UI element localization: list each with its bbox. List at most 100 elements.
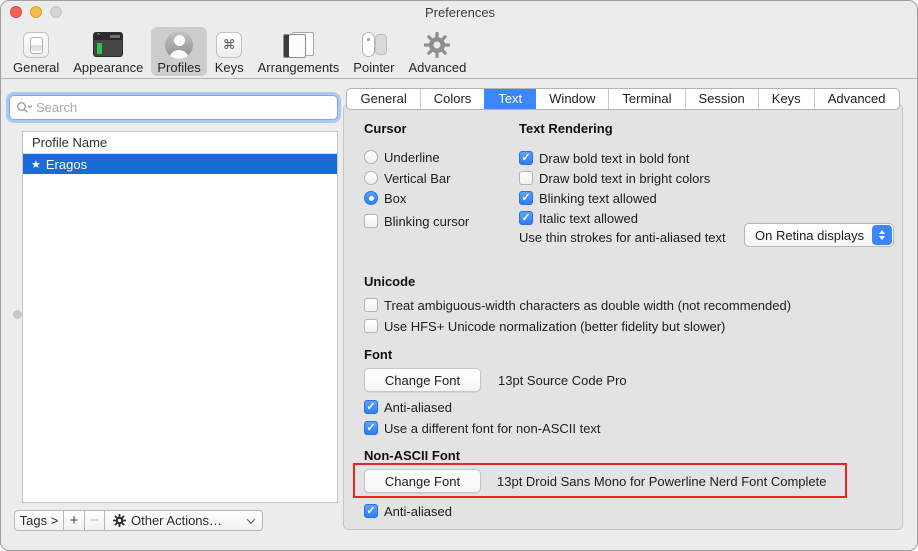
tab-advanced[interactable]: Advanced [814,89,899,109]
checkbox[interactable]: ✓ [364,319,378,333]
window-title: Preferences [1,5,918,20]
profile-name: Eragos [46,157,87,172]
checkbox-label: Use a different font for non-ASCII text [384,421,601,436]
checkbox-label: Draw bold text in bright colors [539,171,710,186]
keys-command-icon: ⌘ [216,30,242,59]
font-value: 13pt Source Code Pro [498,373,627,388]
other-actions-label: Other Actions… [131,513,222,528]
checkbox-label: Anti-aliased [384,400,452,415]
checkbox-label: Italic text allowed [539,211,638,226]
toolbar-item-profiles[interactable]: Profiles [151,27,206,76]
tab-window[interactable]: Window [535,89,608,109]
checkbox-label: Blinking cursor [384,214,469,229]
search-input[interactable] [36,100,331,115]
chevron-down-icon [247,515,255,523]
non-ascii-section-title: Non-ASCII Font [364,448,460,463]
toolbar-item-general[interactable]: General [7,27,65,76]
tab-text[interactable]: Text [484,89,535,109]
font-section-title: Font [364,347,392,362]
checkbox-hfs-normalization[interactable]: ✓ Use HFS+ Unicode normalization (better… [364,317,725,335]
checkbox-blinking-text[interactable]: ✓ Blinking text allowed [519,189,657,207]
gear-icon [113,514,126,527]
default-profile-star-icon: ★ [31,158,41,171]
checkbox-ambiguous-width[interactable]: ✓ Treat ambiguous-width characters as do… [364,296,791,314]
checkbox-label: Anti-aliased [384,504,452,519]
checkbox-blinking-cursor[interactable]: ✓ Blinking cursor [364,212,469,230]
checkbox[interactable]: ✓ [364,400,378,414]
change-font-button[interactable]: Change Font [364,368,481,392]
radio-box[interactable]: Box [364,189,406,207]
checkbox[interactable]: ✓ [519,151,533,165]
toolbar-label: Pointer [353,60,394,75]
checkbox[interactable]: ✓ [364,298,378,312]
radio-label: Vertical Bar [384,171,450,186]
tab-session[interactable]: Session [685,89,758,109]
profiles-person-icon [165,30,193,59]
stepper-arrows-icon [872,225,892,245]
toolbar-label: Arrangements [258,60,340,75]
arrangements-windows-icon [283,30,314,59]
checkbox-italic-text[interactable]: ✓ Italic text allowed [519,209,638,227]
radio-underline[interactable]: Underline [364,148,440,166]
toolbar-label: Advanced [409,60,467,75]
thin-strokes-row: Use thin strokes for anti-aliased text [519,228,726,246]
thin-strokes-select[interactable]: On Retina displays [744,223,894,247]
search-icon [16,101,33,114]
tab-bar: General Colors Text Window Terminal Sess… [343,88,903,110]
checkbox[interactable]: ✓ [519,171,533,185]
checkbox-bold-font[interactable]: ✓ Draw bold text in bold font [519,149,689,167]
tags-button[interactable]: Tags > [14,510,64,531]
tab-terminal[interactable]: Terminal [608,89,684,109]
checkbox-label: Treat ambiguous-width characters as doub… [384,298,791,313]
toolbar-item-pointer[interactable]: Pointer [347,27,400,76]
pointer-mouse-icon [359,30,389,59]
checkbox[interactable]: ✓ [364,421,378,435]
checkbox-bright-colors[interactable]: ✓ Draw bold text in bright colors [519,169,710,187]
profile-list-footer: Tags > + − [14,510,263,531]
radio-button[interactable] [364,171,378,185]
advanced-gear-icon [423,30,451,59]
thin-strokes-label: Use thin strokes for anti-aliased text [519,230,726,245]
profile-list-header: Profile Name [23,132,337,154]
toolbar: General × Appearance Profiles ⌘ Keys Arr… [1,23,918,79]
unicode-section-title: Unicode [364,274,415,289]
splitter-handle[interactable] [13,310,22,319]
checkbox[interactable]: ✓ [364,214,378,228]
tab-colors[interactable]: Colors [420,89,485,109]
add-profile-button[interactable]: + [63,510,85,531]
checkbox-label: Blinking text allowed [539,191,657,206]
selected-option: On Retina displays [755,228,864,243]
toolbar-label: Profiles [157,60,200,75]
titlebar: Preferences [1,1,918,23]
toolbar-item-keys[interactable]: ⌘ Keys [209,27,250,76]
tab-keys[interactable]: Keys [758,89,814,109]
change-non-ascii-font-button[interactable]: Change Font [364,469,481,493]
checkbox-non-ascii-font[interactable]: ✓ Use a different font for non-ASCII tex… [364,419,601,437]
toolbar-item-appearance[interactable]: × Appearance [67,27,149,76]
toolbar-item-advanced[interactable]: Advanced [403,27,473,76]
toolbar-item-arrangements[interactable]: Arrangements [252,27,346,76]
general-switch-icon [23,30,49,59]
remove-profile-button: − [84,510,105,531]
checkbox[interactable]: ✓ [364,504,378,518]
radio-label: Box [384,191,406,206]
checkbox[interactable]: ✓ [519,211,533,225]
checkbox-non-ascii-antialiased[interactable]: ✓ Anti-aliased [364,502,452,520]
appearance-window-icon: × [93,30,123,59]
tab-general[interactable]: General [347,89,419,109]
non-ascii-font-value: 13pt Droid Sans Mono for Powerline Nerd … [497,474,827,489]
toolbar-label: General [13,60,59,75]
other-actions-dropdown[interactable]: Other Actions… [104,510,263,531]
radio-button[interactable] [364,150,378,164]
checkbox-label: Use HFS+ Unicode normalization (better f… [384,319,725,334]
radio-vertical-bar[interactable]: Vertical Bar [364,169,450,187]
toolbar-label: Keys [215,60,244,75]
profile-row-eragos[interactable]: ★ Eragos [23,154,337,174]
radio-button[interactable] [364,191,378,205]
text-rendering-section-title: Text Rendering [519,121,613,136]
checkbox-label: Draw bold text in bold font [539,151,689,166]
toolbar-label: Appearance [73,60,143,75]
checkbox-antialiased[interactable]: ✓ Anti-aliased [364,398,452,416]
search-field[interactable] [9,95,338,120]
checkbox[interactable]: ✓ [519,191,533,205]
